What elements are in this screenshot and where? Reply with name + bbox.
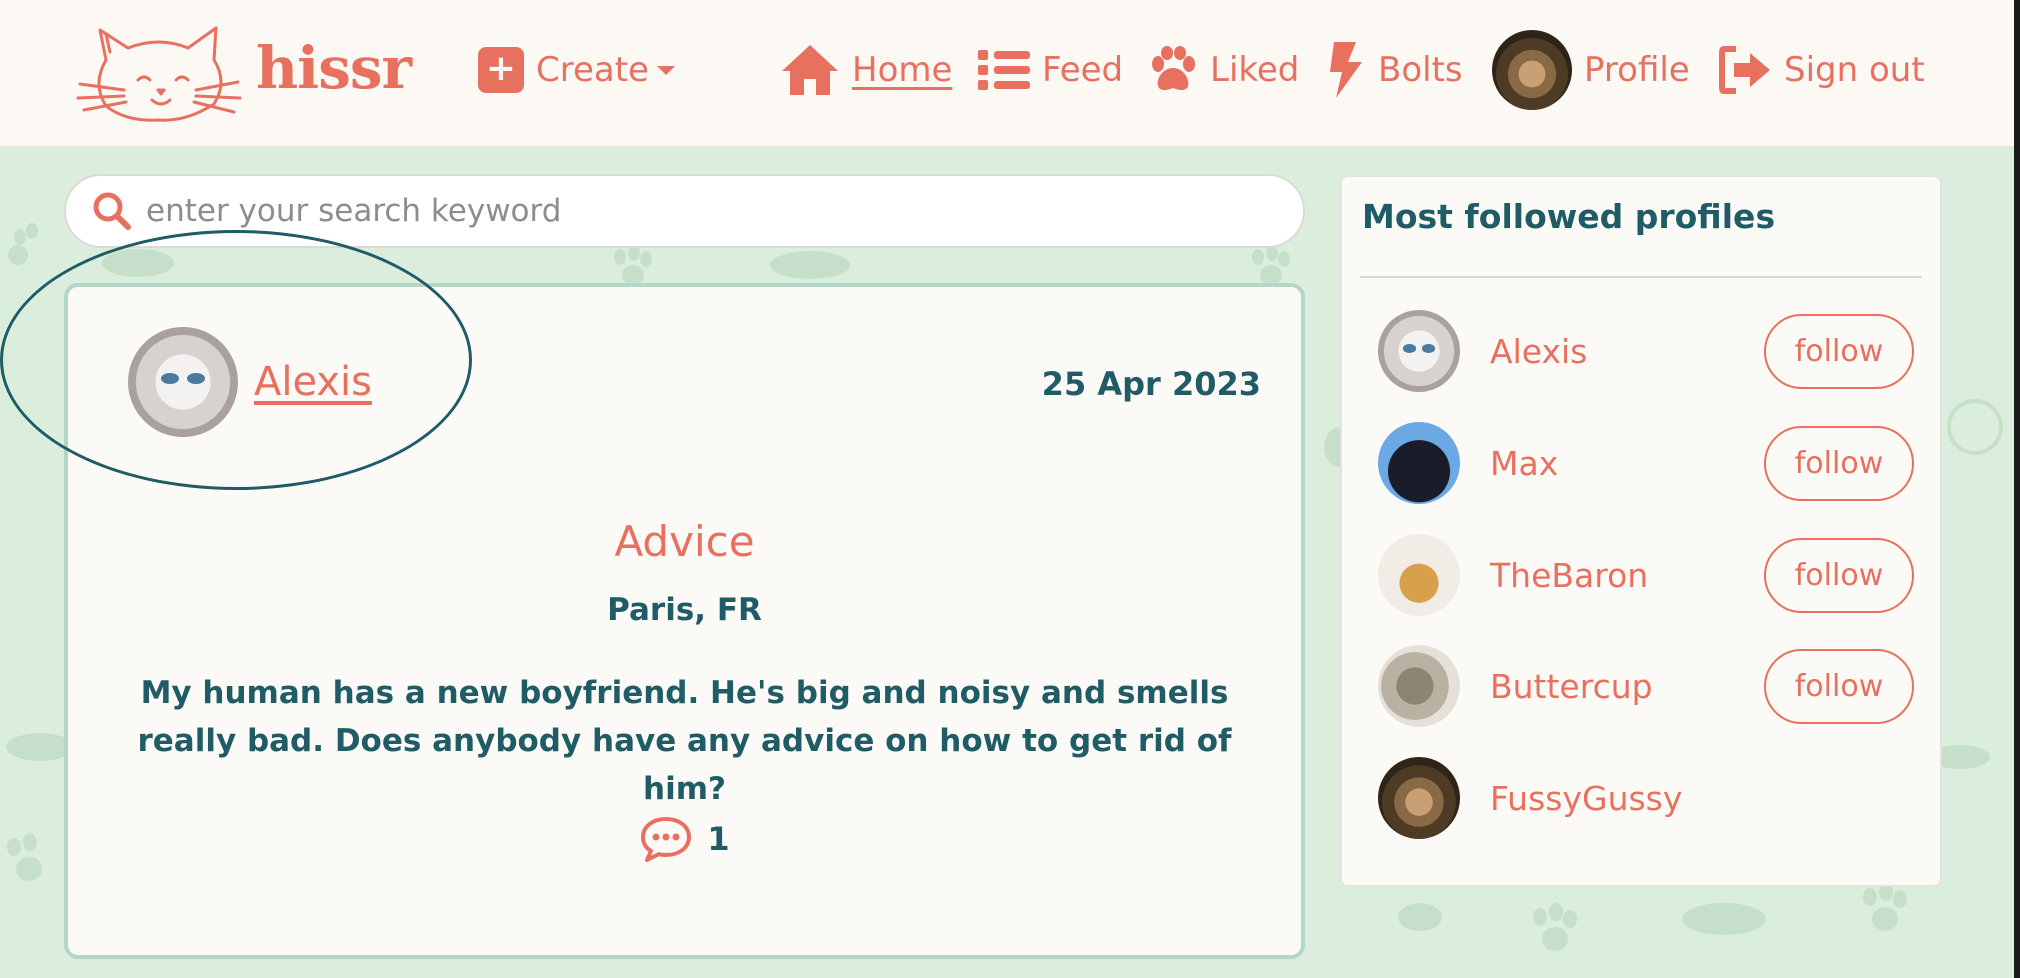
panel-title: Most followed profiles — [1362, 197, 1776, 236]
comment-count: 1 — [707, 820, 730, 858]
bolt-icon — [1330, 42, 1362, 98]
search-bar[interactable] — [64, 174, 1305, 248]
nav-profile-label: Profile — [1584, 50, 1690, 90]
nav-signout-label: Sign out — [1784, 50, 1925, 90]
top-navbar: hissr + Create Home Feed Liked Bolts Pro… — [0, 0, 2014, 147]
profile-row: FussyGussy — [1378, 757, 1914, 839]
list-icon — [978, 50, 1030, 90]
caret-down-icon — [656, 65, 675, 75]
post-location: Paris, FR — [607, 592, 762, 628]
nav-liked-label: Liked — [1210, 50, 1300, 90]
divider — [1360, 276, 1922, 278]
follow-button[interactable]: follow — [1764, 425, 1914, 501]
nav-home[interactable]: Home — [780, 42, 952, 98]
comment-bubble-icon — [641, 817, 692, 862]
profile-avatar[interactable] — [1378, 757, 1460, 839]
nav-signout[interactable]: Sign out — [1718, 42, 1925, 98]
nav-profile[interactable]: Profile — [1492, 30, 1690, 110]
nav-liked[interactable]: Liked — [1148, 42, 1299, 98]
house-icon — [782, 45, 838, 95]
profile-name-link[interactable]: FussyGussy — [1490, 779, 1682, 818]
nav-feed[interactable]: Feed — [978, 42, 1123, 98]
profile-avatar — [1492, 30, 1572, 110]
profile-name-link[interactable]: Buttercup — [1490, 667, 1653, 706]
search-input[interactable] — [146, 193, 1246, 229]
profile-name-link[interactable]: Alexis — [1490, 332, 1587, 371]
post-author-avatar[interactable] — [128, 327, 238, 437]
follow-button[interactable]: follow — [1764, 537, 1914, 613]
profile-avatar[interactable] — [1378, 645, 1460, 727]
profile-row: Buttercup follow — [1378, 645, 1914, 727]
profile-row: Max follow — [1378, 422, 1914, 504]
post-author-link[interactable]: Alexis — [254, 359, 372, 405]
brand-name[interactable]: hissr — [256, 34, 412, 102]
profile-row: TheBaron follow — [1378, 534, 1914, 616]
cat-face-logo-icon[interactable] — [76, 20, 242, 124]
nav-home-label: Home — [852, 50, 953, 90]
paw-icon — [1152, 46, 1195, 90]
post-date: 25 Apr 2023 — [1041, 365, 1261, 403]
create-dropdown[interactable]: + Create — [478, 42, 675, 98]
profile-avatar[interactable] — [1378, 422, 1460, 504]
post-card: Alexis 25 Apr 2023 Advice Paris, FR My h… — [64, 283, 1305, 959]
profile-avatar[interactable] — [1378, 534, 1460, 616]
sign-out-icon — [1719, 46, 1770, 94]
follow-button[interactable]: follow — [1764, 648, 1914, 724]
post-body: My human has a new boyfriend. He's big a… — [137, 675, 1232, 807]
most-followed-panel: Most followed profiles Alexis follow Max… — [1340, 175, 1942, 887]
create-label: Create — [536, 50, 649, 90]
search-icon — [93, 192, 131, 230]
post-comments[interactable]: 1 — [68, 815, 1301, 863]
profile-avatar[interactable] — [1378, 310, 1460, 392]
follow-button[interactable]: follow — [1764, 313, 1914, 389]
post-author[interactable]: Alexis — [128, 327, 372, 437]
nav-bolts-label: Bolts — [1378, 50, 1463, 90]
profile-name-link[interactable]: TheBaron — [1490, 556, 1648, 595]
profile-row: Alexis follow — [1378, 310, 1914, 392]
window-edge — [2014, 0, 2020, 978]
nav-bolts[interactable]: Bolts — [1326, 42, 1463, 98]
post-title: Advice — [614, 517, 755, 566]
nav-feed-label: Feed — [1042, 50, 1124, 90]
profile-name-link[interactable]: Max — [1490, 444, 1558, 483]
plus-square-icon: + — [478, 47, 524, 93]
